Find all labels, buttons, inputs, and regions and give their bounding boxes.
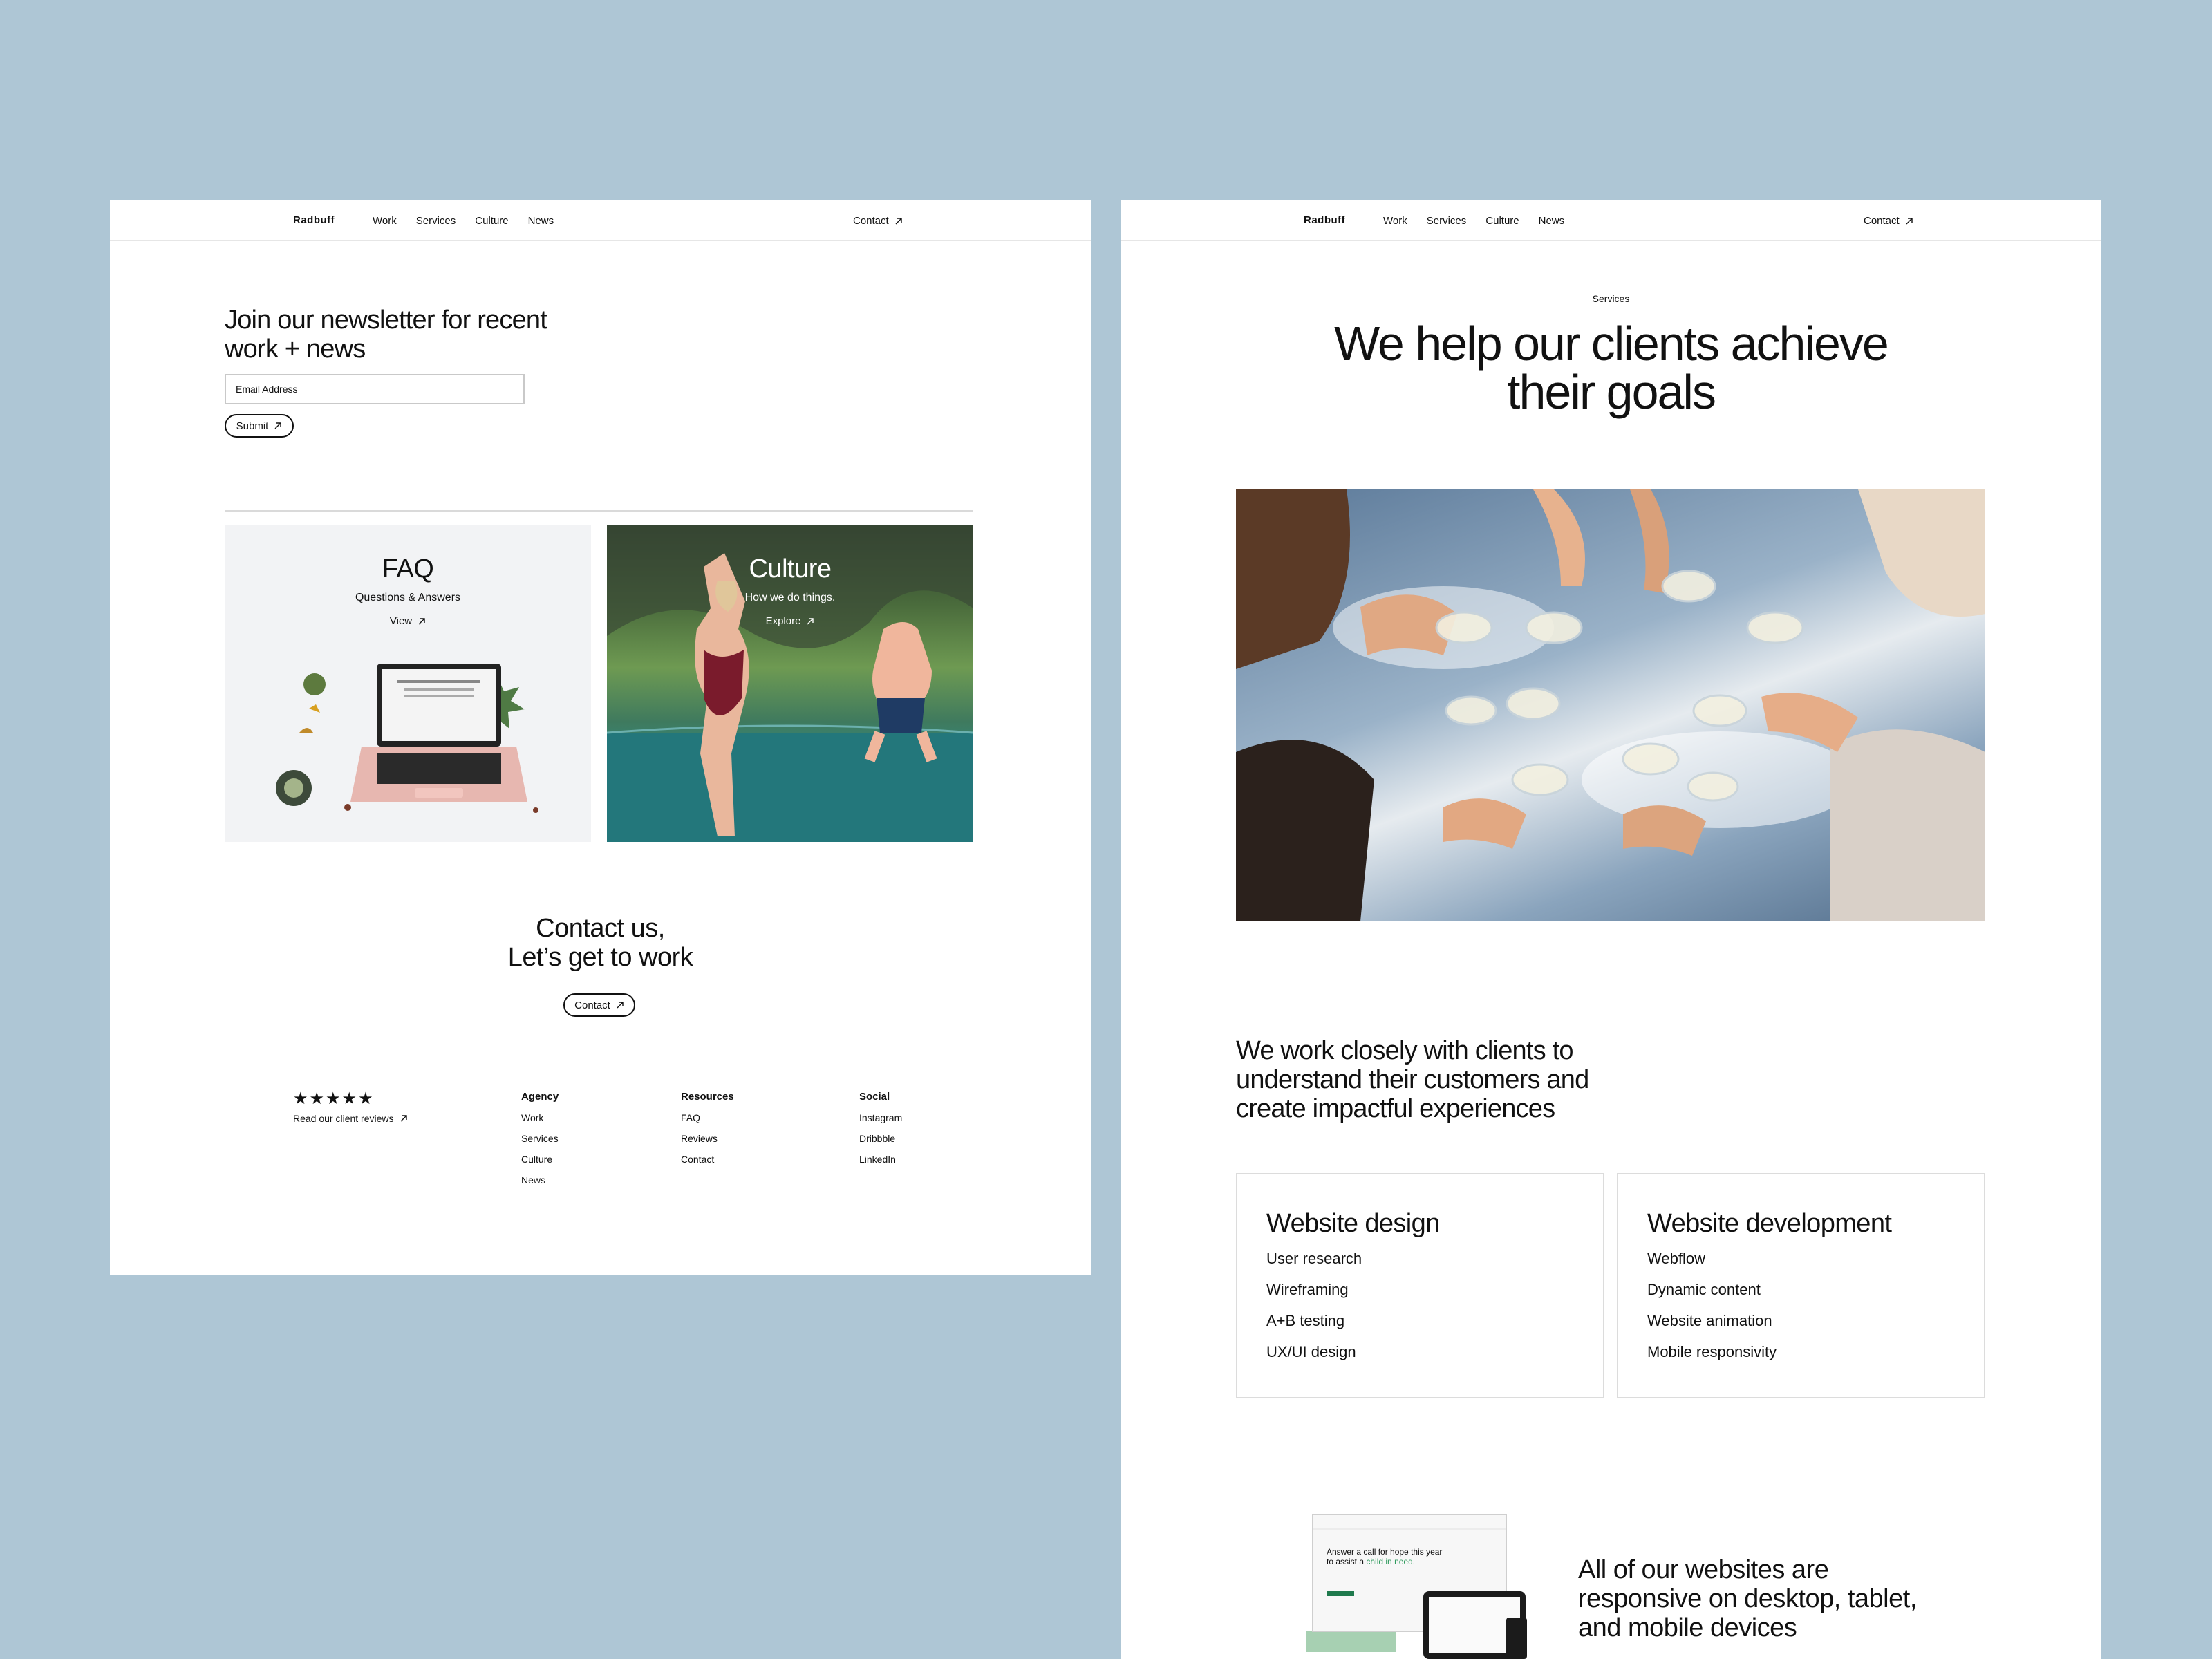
client-reviews-label: Read our client reviews (293, 1113, 394, 1124)
footer-heading-resources: Resources (681, 1091, 734, 1103)
nav-link-work[interactable]: Work (373, 215, 397, 227)
arrow-up-right-icon (617, 1002, 624, 1009)
arrow-up-right-icon (1906, 217, 1913, 224)
footer-agency: Agency Work Services Culture News (521, 1091, 559, 1195)
contact-button[interactable]: Contact (563, 993, 635, 1017)
mockup-headline-highlight: child in need. (1366, 1557, 1416, 1566)
footer-link-services[interactable]: Services (521, 1133, 559, 1144)
nav-link-news[interactable]: News (1539, 215, 1565, 227)
service-title-design: Website design (1266, 1209, 1440, 1238)
hero-title-line1: We help our clients achieve (1334, 317, 1889, 371)
newsletter-title: Join our newsletter for recent work + ne… (225, 306, 547, 364)
nav-link-services[interactable]: Services (416, 215, 456, 227)
top-nav: Radbuff Work Services Culture News Conta… (1121, 200, 2101, 241)
arrow-up-right-icon (807, 617, 814, 624)
footer-link-reviews[interactable]: Reviews (681, 1133, 734, 1144)
faq-view-label: View (389, 615, 413, 627)
nav-links: Work Services Culture News (373, 215, 554, 227)
nav-link-culture[interactable]: Culture (475, 215, 508, 227)
faq-card[interactable]: FAQ Questions & Answers View (225, 525, 591, 842)
services-lead-text: We work closely with clients to understa… (1236, 1036, 1589, 1123)
culture-subtitle: How we do things. (744, 592, 836, 603)
footer-link-work[interactable]: Work (521, 1112, 559, 1123)
hero-title-line2: their goals (1507, 365, 1716, 419)
footer-link-culture[interactable]: Culture (521, 1154, 559, 1165)
service-item: Mobile responsivity (1647, 1343, 1777, 1360)
section-eyebrow: Services (1592, 293, 1630, 304)
arrow-up-right-icon (400, 1115, 407, 1122)
culture-title: Culture (749, 554, 832, 583)
contact-heading-line2: Let’s get to work (507, 943, 693, 972)
nav-link-culture[interactable]: Culture (1485, 215, 1519, 227)
footer-link-news[interactable]: News (521, 1174, 559, 1185)
responsive-text: All of our websites are responsive on de… (1578, 1555, 1917, 1642)
footer-link-linkedin[interactable]: LinkedIn (859, 1154, 902, 1165)
hero-title: We help our clients achieve their goals (1121, 319, 2101, 416)
service-item: Website animation (1647, 1312, 1772, 1329)
top-nav: Radbuff Work Services Culture News Conta… (110, 200, 1091, 241)
hero-photo (1236, 489, 1985, 921)
footer-resources: Resources FAQ Reviews Contact (681, 1091, 734, 1174)
submit-button[interactable]: Submit (225, 414, 294, 438)
left-page: Radbuff Work Services Culture News Conta… (110, 200, 1091, 1275)
client-reviews-link[interactable]: Read our client reviews (293, 1113, 408, 1124)
contact-heading: Contact us, Let’s get to work (110, 914, 1091, 972)
devices-illustration (1306, 1513, 1527, 1659)
service-item: UX/UI design (1266, 1343, 1356, 1360)
logo[interactable]: Radbuff (1304, 214, 1345, 226)
mockup-headline: Answer a call for hope this year to assi… (1327, 1547, 1451, 1566)
service-card-design: Website design User research Wireframing… (1236, 1173, 1604, 1398)
responsive-devices-mockup: Answer a call for hope this year to assi… (1306, 1513, 1527, 1659)
service-title-development: Website development (1647, 1209, 1892, 1238)
footer-social: Social Instagram Dribbble LinkedIn (859, 1091, 902, 1174)
culture-card[interactable]: Culture How we do things. Explore (607, 525, 973, 842)
laptop-illustration (276, 664, 538, 813)
service-item: User research (1266, 1250, 1362, 1267)
section-divider (225, 510, 973, 512)
nav-link-services[interactable]: Services (1427, 215, 1467, 227)
nav-contact-label: Contact (1864, 215, 1900, 227)
nav-contact-link[interactable]: Contact (853, 215, 903, 227)
footer-heading-social: Social (859, 1091, 890, 1103)
logo[interactable]: Radbuff (293, 214, 335, 226)
arrow-up-right-icon (274, 422, 282, 429)
faq-subtitle: Questions & Answers (355, 592, 461, 603)
toast-illustration (1236, 489, 1985, 921)
footer-link-contact[interactable]: Contact (681, 1154, 734, 1165)
nav-links: Work Services Culture News (1383, 215, 1564, 227)
nav-contact-label: Contact (853, 215, 889, 227)
star-rating: ★★★★★ (293, 1089, 375, 1108)
service-item: Dynamic content (1647, 1281, 1761, 1298)
submit-label: Submit (236, 420, 269, 432)
service-item: Wireframing (1266, 1281, 1349, 1298)
service-item: Webflow (1647, 1250, 1705, 1267)
culture-explore-label: Explore (765, 615, 801, 627)
arrow-up-right-icon (418, 617, 425, 624)
nav-link-work[interactable]: Work (1383, 215, 1407, 227)
nav-contact-link[interactable]: Contact (1864, 215, 1913, 227)
contact-heading-line1: Contact us, (536, 914, 665, 943)
service-card-development: Website development Webflow Dynamic cont… (1617, 1173, 1985, 1398)
footer-link-instagram[interactable]: Instagram (859, 1112, 902, 1123)
nav-link-news[interactable]: News (528, 215, 554, 227)
faq-title: FAQ (382, 554, 434, 583)
email-field[interactable] (225, 374, 525, 404)
culture-explore-link[interactable]: Explore (607, 615, 973, 627)
service-item: A+B testing (1266, 1312, 1345, 1329)
arrow-up-right-icon (895, 217, 902, 224)
contact-button-label: Contact (574, 999, 610, 1011)
faq-view-link[interactable]: View (225, 615, 591, 627)
right-page: Radbuff Work Services Culture News Conta… (1121, 200, 2101, 1659)
footer-link-dribbble[interactable]: Dribbble (859, 1133, 902, 1144)
footer-heading-agency: Agency (521, 1091, 559, 1103)
footer-link-faq[interactable]: FAQ (681, 1112, 734, 1123)
